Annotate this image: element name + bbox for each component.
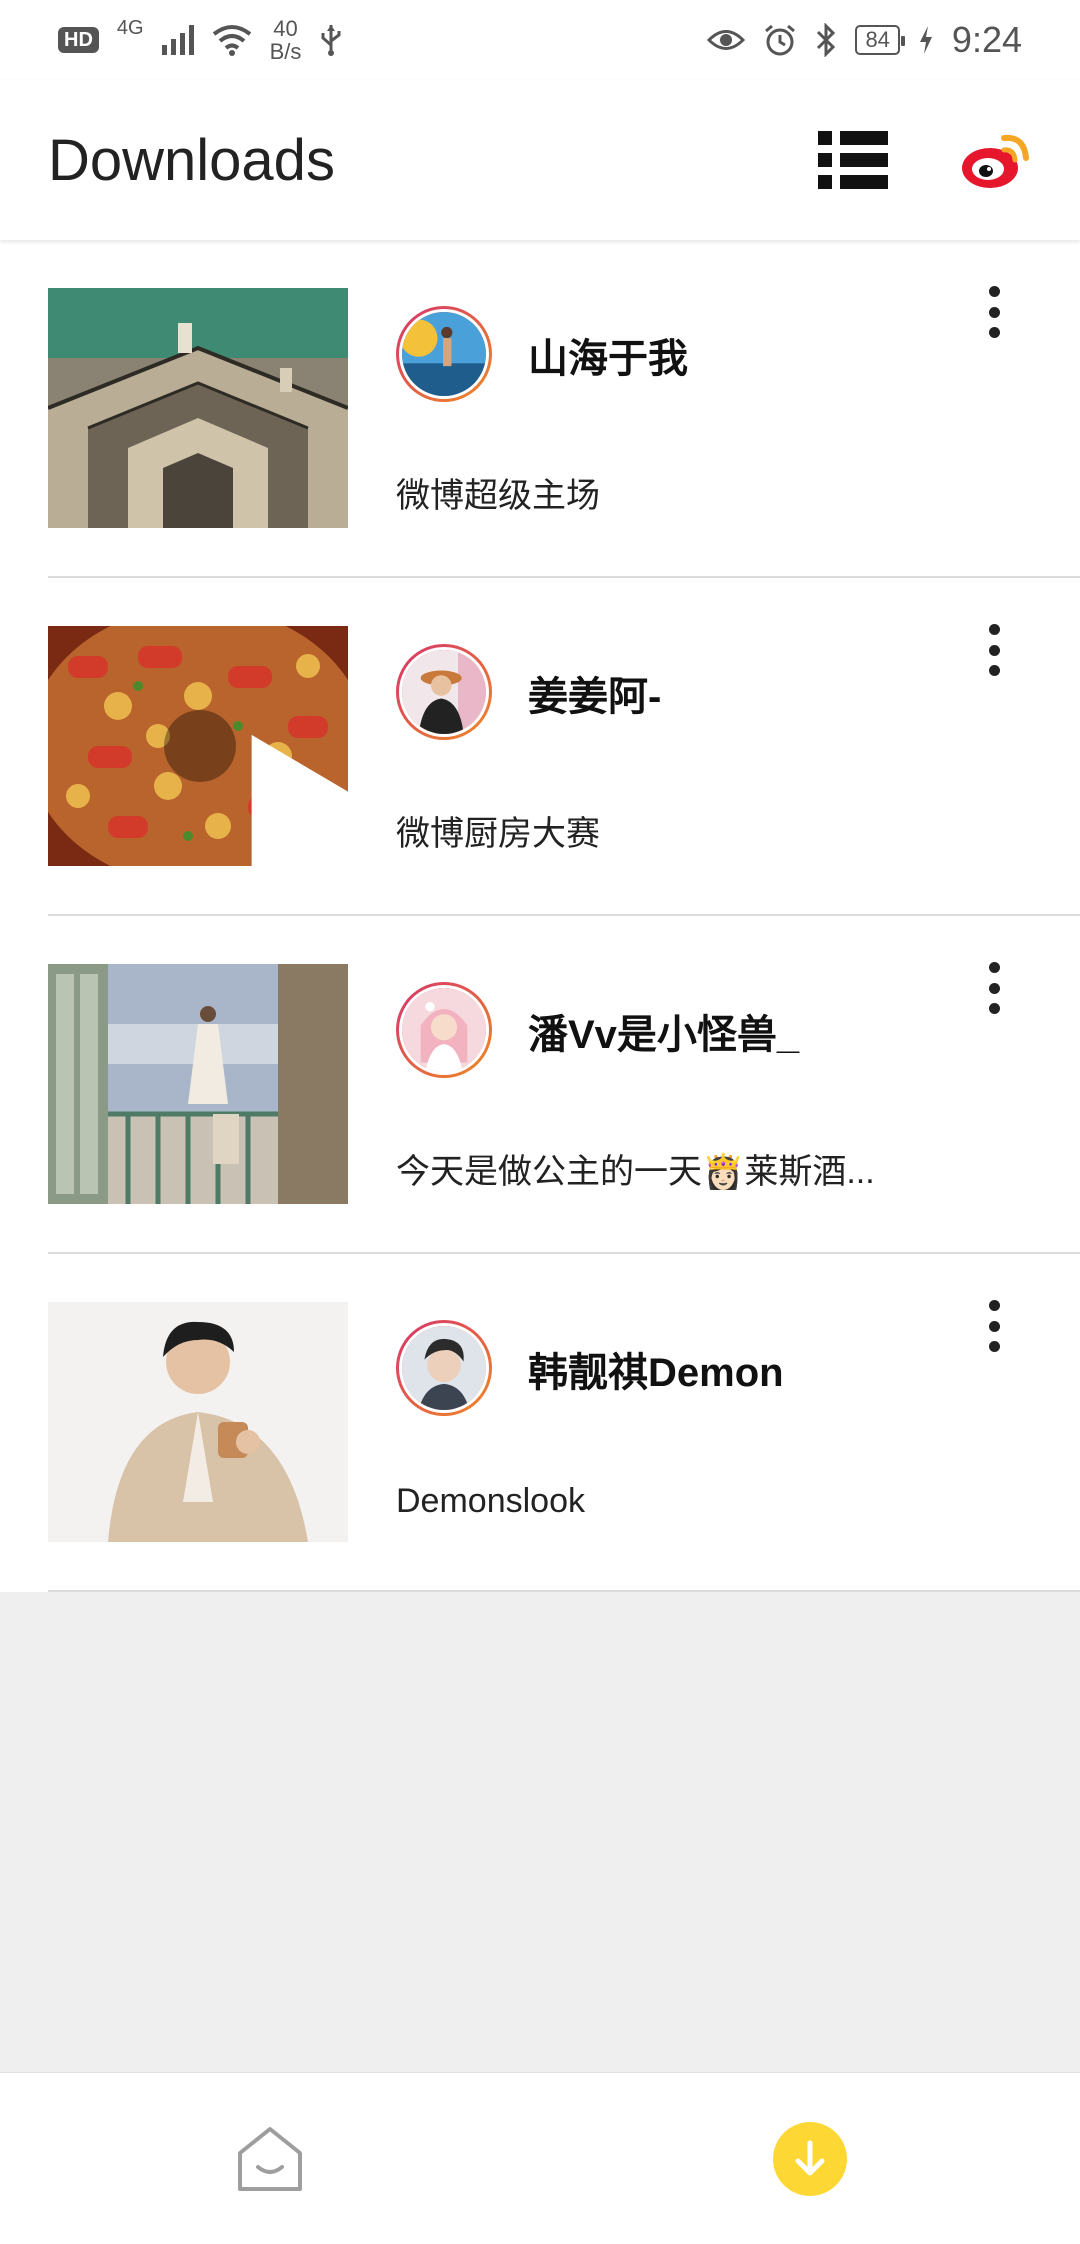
list-item[interactable]: 韩靓祺Demon Demonslook: [0, 1254, 1080, 1592]
username[interactable]: 韩靓祺Demon: [528, 1340, 784, 1398]
balcony-image: [48, 964, 348, 1204]
wifi-icon: [212, 25, 251, 56]
avatar[interactable]: [396, 1320, 492, 1416]
net-speed-unit: B/s: [269, 39, 302, 64]
more-options-icon[interactable]: [976, 958, 1012, 1018]
list-view-icon[interactable]: [818, 125, 888, 195]
battery-level: 84: [855, 24, 906, 56]
bluetooth-icon: [817, 23, 836, 57]
list-item[interactable]: 山海于我 微博超级主场: [0, 240, 1080, 578]
avatar-image: [402, 650, 486, 734]
more-options-icon[interactable]: [976, 620, 1012, 680]
caption: 今天是做公主的一天👸🏻莱斯酒...: [396, 1153, 875, 1191]
more-options-icon[interactable]: [976, 282, 1012, 342]
page-title: Downloads: [48, 127, 335, 193]
username[interactable]: 潘Vv是小怪兽_: [528, 1002, 799, 1060]
status-right: 84 9:24: [707, 19, 1022, 61]
avatar[interactable]: [396, 982, 492, 1078]
net-speed: 40 B/s: [270, 17, 302, 63]
username[interactable]: 姜姜阿-: [528, 664, 661, 722]
username[interactable]: 山海于我: [528, 326, 688, 384]
weibo-logo-icon[interactable]: [960, 128, 1032, 192]
play-icon[interactable]: [178, 724, 348, 866]
usb-icon: [321, 25, 341, 56]
avatar[interactable]: [396, 306, 492, 402]
eye-icon: [707, 30, 746, 50]
alarm-icon: [765, 24, 796, 56]
hd-badge: HD: [58, 27, 99, 53]
clock: 9:24: [951, 19, 1022, 60]
thumbnail[interactable]: [48, 288, 348, 528]
more-options-icon[interactable]: [976, 1296, 1012, 1356]
avatar[interactable]: [396, 644, 492, 740]
list-item[interactable]: 潘Vv是小怪兽_ 今天是做公主的一天👸🏻莱斯酒...: [0, 916, 1080, 1254]
status-bar: HD 4G 40 B/s 84 9:24: [0, 0, 1080, 80]
nav-downloads[interactable]: [540, 2121, 1080, 2196]
avatar-image: [402, 1326, 486, 1410]
list-item[interactable]: 姜姜阿- 微博厨房大赛: [0, 578, 1080, 916]
download-icon[interactable]: [773, 2121, 847, 2196]
app-bar: Downloads: [0, 80, 1080, 240]
avatar-image: [402, 988, 486, 1072]
caption: 微博超级主场: [396, 477, 600, 515]
charging-icon: [919, 26, 932, 54]
thumbnail[interactable]: [48, 626, 348, 866]
nav-home[interactable]: [0, 2123, 540, 2195]
portrait-image: [48, 1302, 348, 1542]
caption: Demonslook: [396, 1482, 585, 1520]
avatar-image: [402, 312, 486, 396]
downloads-list: 山海于我 微博超级主场 姜姜阿- 微博厨房大赛 潘Vv是小怪兽_ 今天是做公主的…: [0, 240, 1080, 1592]
signal-icon: [161, 25, 194, 55]
status-left: HD 4G 40 B/s: [58, 17, 343, 63]
network-type: 4G: [116, 17, 144, 39]
caption: 微博厨房大赛: [396, 815, 600, 853]
thumbnail[interactable]: [48, 1302, 348, 1542]
net-speed-value: 40: [273, 15, 298, 41]
home-icon[interactable]: [234, 2123, 306, 2195]
bottom-nav: [0, 2072, 1080, 2244]
staircase-image: [48, 288, 348, 528]
thumbnail[interactable]: [48, 964, 348, 1204]
